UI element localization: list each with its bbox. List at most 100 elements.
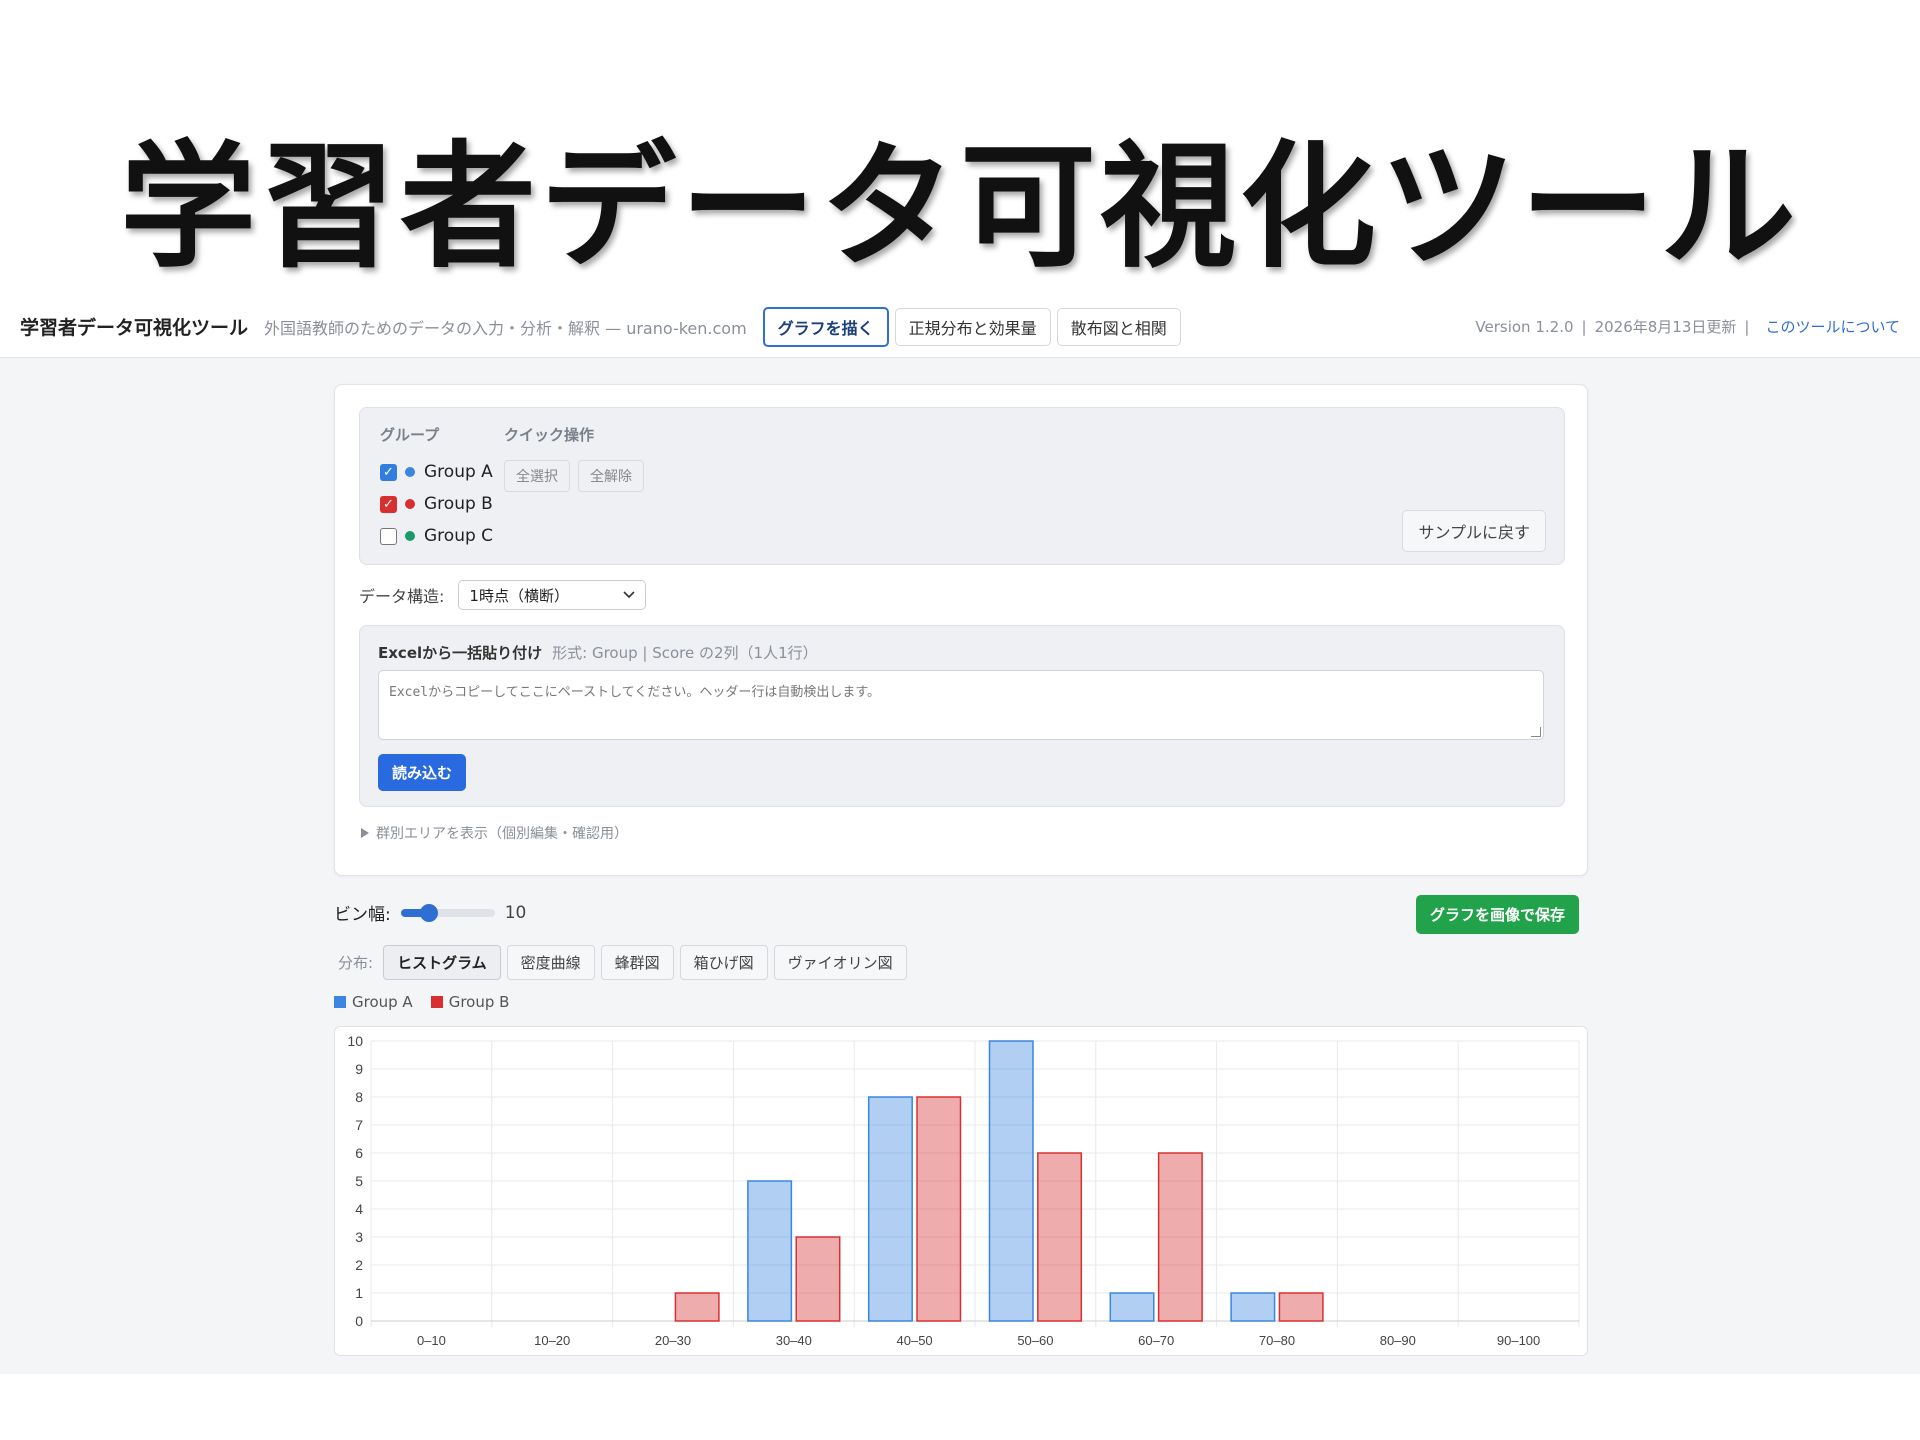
legend-label: Group A xyxy=(352,993,413,1011)
tab-violin[interactable]: ヴァイオリン図 xyxy=(773,945,907,980)
y-tick-label: 2 xyxy=(355,1257,363,1273)
group-area-toggle[interactable]: 群別エリアを表示（個別編集・確認用） xyxy=(361,823,628,843)
reset-sample-button[interactable]: サンプルに戻す xyxy=(1402,510,1546,552)
tab-boxplot[interactable]: 箱ひげ図 xyxy=(679,945,768,980)
input-card: グループ クイック操作 ✓ Group A ✓ Group B Group C … xyxy=(334,384,1588,876)
group-a-color-dot xyxy=(405,467,415,477)
y-tick-label: 4 xyxy=(355,1201,363,1217)
tab-density-curve[interactable]: 密度曲線 xyxy=(506,945,595,980)
save-image-button[interactable]: グラフを画像で保存 xyxy=(1416,895,1580,934)
paste-placeholder: Excelからコピーしてここにペーストしてください。ヘッダー行は自動検出します。 xyxy=(389,685,881,700)
group-c-checkbox[interactable] xyxy=(380,527,397,545)
group-a-checkbox[interactable]: ✓ xyxy=(380,463,397,481)
app-title: 学習者データ可視化ツール xyxy=(20,317,249,339)
data-structure-row: データ構造: 1時点（横断） xyxy=(359,580,647,610)
histogram-chart: 0 1 2 3 4 5 6 7 8 9 10 0–10 10–20 20–30 30–40 40–50 50–6… xyxy=(334,1026,1588,1356)
y-tick-label: 8 xyxy=(355,1089,363,1105)
tab-histogram[interactable]: ヒストグラム xyxy=(383,945,501,980)
x-tick-label: 10–20 xyxy=(534,1333,570,1348)
group-a-label: Group A xyxy=(424,462,493,482)
paste-format-hint: 形式: Group | Score の2列（1人1行） xyxy=(552,644,818,662)
bar-group-b xyxy=(1037,1152,1083,1322)
paste-textarea[interactable]: Excelからコピーしてここにペーストしてください。ヘッダー行は自動検出します。 xyxy=(378,670,1544,740)
x-tick-label: 0–10 xyxy=(417,1333,446,1348)
top-bar: 学習者データ可視化ツール 外国語教師のためのデータの入力・分析・解釈 — ura… xyxy=(0,296,1920,358)
y-tick-label: 5 xyxy=(355,1173,363,1189)
chart-legend: Group A Group B xyxy=(334,993,527,1011)
bar-group-b xyxy=(674,1292,720,1322)
version-label: Version 1.2.0 xyxy=(1475,318,1574,336)
x-tick-label: 60–70 xyxy=(1138,1333,1174,1348)
y-tick-label: 0 xyxy=(355,1313,363,1329)
y-tick-label: 3 xyxy=(355,1229,363,1245)
x-tick-label: 20–30 xyxy=(655,1333,691,1348)
check-icon: ✓ xyxy=(383,464,394,480)
y-tick-label: 6 xyxy=(355,1145,363,1161)
bar-group-a xyxy=(988,1040,1034,1322)
group-heading: グループ xyxy=(380,426,440,444)
data-structure-label: データ構造: xyxy=(359,587,445,606)
legend-label: Group B xyxy=(448,993,510,1011)
separator: | xyxy=(1581,318,1587,336)
legend-item-group-a[interactable]: Group A xyxy=(334,993,413,1011)
paste-title: Excelから一括貼り付け xyxy=(378,644,543,662)
legend-item-group-b[interactable]: Group B xyxy=(430,993,510,1011)
group-b-checkbox[interactable]: ✓ xyxy=(380,495,397,513)
bar-group-a xyxy=(1230,1292,1276,1322)
select-all-button[interactable]: 全選択 xyxy=(504,460,570,492)
distribution-label: 分布: xyxy=(338,954,374,972)
separator: | xyxy=(1744,318,1750,336)
app-subtitle: 外国語教師のためのデータの入力・分析・解釈 — urano-ken.com xyxy=(264,318,747,338)
group-row-b[interactable]: ✓ Group B xyxy=(380,494,493,514)
tab-draw-graph[interactable]: グラフを描く xyxy=(762,306,889,347)
chevron-down-icon xyxy=(623,591,635,599)
x-tick-label: 70–80 xyxy=(1259,1333,1295,1348)
data-structure-value: 1時点（横断） xyxy=(469,586,569,605)
paste-heading: Excelから一括貼り付け 形式: Group | Score の2列（1人1行） xyxy=(378,642,818,663)
bin-width-row: ビン幅: 10 xyxy=(334,900,527,926)
bar-group-a xyxy=(747,1180,793,1322)
tab-scatter-correlation[interactable]: 散布図と相関 xyxy=(1056,307,1181,346)
x-tick-label: 50–60 xyxy=(1017,1333,1053,1348)
group-row-a[interactable]: ✓ Group A xyxy=(380,462,493,482)
bin-width-slider[interactable] xyxy=(400,903,495,922)
group-panel: グループ クイック操作 ✓ Group A ✓ Group B Group C … xyxy=(359,407,1565,565)
x-tick-label: 90–100 xyxy=(1497,1333,1540,1348)
hero-title: 学習者データ可視化ツール xyxy=(120,129,1800,287)
bar-group-a xyxy=(867,1096,913,1322)
bar-group-b xyxy=(1278,1292,1324,1322)
x-tick-label: 80–90 xyxy=(1380,1333,1416,1348)
bar-group-b xyxy=(795,1236,841,1322)
bar-group-a xyxy=(1109,1292,1155,1322)
group-c-color-dot xyxy=(405,531,415,541)
resize-handle-icon[interactable] xyxy=(1531,727,1541,737)
bin-width-value: 10 xyxy=(504,902,527,923)
load-button[interactable]: 読み込む xyxy=(378,754,467,791)
about-link[interactable]: このツールについて xyxy=(1765,316,1900,337)
version-info: Version 1.2.0 | 2026年8月13日更新 | xyxy=(1475,316,1757,337)
y-tick-label: 7 xyxy=(355,1117,363,1133)
bar-group-b xyxy=(916,1096,962,1322)
tab-beeswarm[interactable]: 蜂群図 xyxy=(600,945,674,980)
legend-swatch xyxy=(430,996,443,1008)
bin-width-label: ビン幅: xyxy=(334,905,391,925)
paste-panel: Excelから一括貼り付け 形式: Group | Score の2列（1人1行）… xyxy=(359,625,1565,807)
clear-all-button[interactable]: 全解除 xyxy=(578,460,644,492)
group-b-color-dot xyxy=(405,499,415,509)
x-tick-label: 30–40 xyxy=(776,1333,812,1348)
tab-normal-distribution[interactable]: 正規分布と効果量 xyxy=(894,307,1051,346)
legend-swatch xyxy=(334,996,346,1008)
y-tick-label: 10 xyxy=(347,1033,363,1049)
triangle-right-icon xyxy=(361,828,369,838)
group-row-c[interactable]: Group C xyxy=(380,526,493,546)
check-icon: ✓ xyxy=(383,496,394,512)
group-c-label: Group C xyxy=(424,526,494,546)
y-tick-label: 9 xyxy=(355,1061,363,1077)
histogram-svg: 0 1 2 3 4 5 6 7 8 9 10 0–10 10–20 20–30 30–40 40–50 50–6… xyxy=(347,1033,1580,1348)
group-b-label: Group B xyxy=(424,494,493,514)
group-area-toggle-label: 群別エリアを表示（個別編集・確認用） xyxy=(376,826,628,842)
slider-knob[interactable] xyxy=(419,903,438,922)
x-tick-label: 40–50 xyxy=(897,1333,933,1348)
data-structure-select[interactable]: 1時点（横断） xyxy=(458,580,647,610)
updated-date: 2026年8月13日更新 xyxy=(1594,318,1737,336)
